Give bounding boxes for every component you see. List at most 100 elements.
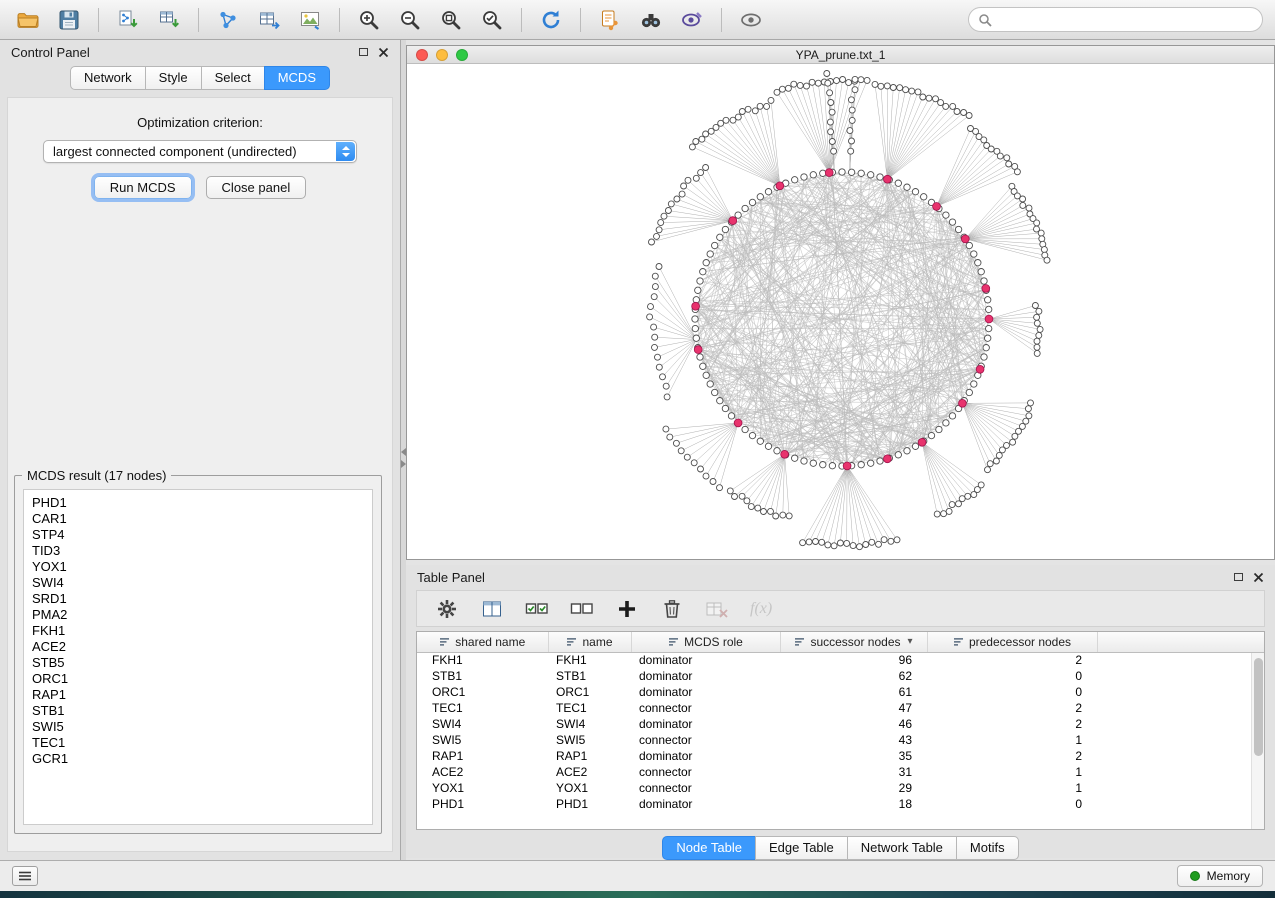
- table-scrollbar[interactable]: [1251, 653, 1264, 829]
- result-node[interactable]: PHD1: [32, 495, 372, 511]
- fx-label: f(x): [750, 600, 772, 618]
- tab-network[interactable]: Network: [70, 66, 146, 90]
- result-node[interactable]: CAR1: [32, 511, 372, 527]
- add-column-icon[interactable]: [615, 597, 639, 621]
- export-image-icon[interactable]: [294, 4, 326, 36]
- run-mcds-button[interactable]: Run MCDS: [94, 176, 192, 199]
- close-panel-button[interactable]: Close panel: [206, 176, 307, 199]
- tab-style[interactable]: Style: [145, 66, 202, 90]
- zoom-fit-icon[interactable]: [435, 4, 467, 36]
- zoom-in-icon[interactable]: [353, 4, 385, 36]
- control-panel-titlebar: Control Panel: [0, 40, 400, 64]
- table-row[interactable]: YOX1YOX1connector291: [417, 780, 1264, 796]
- deselect-all-icon[interactable]: [570, 597, 594, 621]
- desktop-wallpaper: [0, 891, 1275, 898]
- sort-icon: [953, 636, 964, 647]
- search-box[interactable]: [968, 7, 1263, 32]
- table-panel-title: Table Panel: [417, 570, 485, 585]
- result-node[interactable]: YOX1: [32, 559, 372, 575]
- import-table-file-icon[interactable]: [153, 4, 185, 36]
- table-tab-node-table[interactable]: Node Table: [662, 836, 756, 860]
- clear-table-icon: [705, 597, 729, 621]
- zoom-selected-icon[interactable]: [476, 4, 508, 36]
- toolbar-separator: [580, 8, 581, 32]
- control-panel-tabs: NetworkStyleSelectMCDS: [0, 66, 400, 90]
- result-node[interactable]: FKH1: [32, 623, 372, 639]
- sort-icon: [794, 636, 805, 647]
- main-toolbar: [0, 0, 1275, 40]
- table-row[interactable]: TEC1TEC1connector472: [417, 700, 1264, 716]
- column-header-name[interactable]: name: [548, 632, 631, 652]
- table-row[interactable]: ORC1ORC1dominator610: [417, 684, 1264, 700]
- table-tab-edge-table[interactable]: Edge Table: [755, 836, 848, 860]
- menu-icon[interactable]: [12, 866, 38, 886]
- result-node[interactable]: ORC1: [32, 671, 372, 687]
- table-row[interactable]: SWI4SWI4dominator462: [417, 716, 1264, 732]
- export-network-icon[interactable]: [212, 4, 244, 36]
- copy-network-icon[interactable]: [594, 4, 626, 36]
- toolbar-separator: [721, 8, 722, 32]
- toolbar-separator: [339, 8, 340, 32]
- show-hide-eye-icon[interactable]: [735, 4, 767, 36]
- open-folder-icon[interactable]: [12, 4, 44, 36]
- select-all-icon[interactable]: [525, 597, 549, 621]
- delete-column-icon[interactable]: [660, 597, 684, 621]
- tab-select[interactable]: Select: [201, 66, 265, 90]
- result-node[interactable]: TEC1: [32, 735, 372, 751]
- result-node[interactable]: STB5: [32, 655, 372, 671]
- column-header-predecessor-nodes[interactable]: predecessor nodes: [927, 632, 1097, 652]
- column-header-filler: [1097, 632, 1264, 652]
- float-panel-icon[interactable]: [359, 48, 368, 56]
- table-row[interactable]: STB1STB1dominator620: [417, 668, 1264, 684]
- float-panel-icon[interactable]: [1234, 573, 1243, 581]
- close-panel-icon[interactable]: [1253, 572, 1264, 583]
- table-row[interactable]: ACE2ACE2connector311: [417, 764, 1264, 780]
- table-row[interactable]: RAP1RAP1dominator352: [417, 748, 1264, 764]
- table-row[interactable]: SWI5SWI5connector431: [417, 732, 1264, 748]
- export-table-icon[interactable]: [253, 4, 285, 36]
- status-bar: Memory: [0, 860, 1275, 891]
- gear-icon[interactable]: [435, 597, 459, 621]
- column-header-MCDS-role[interactable]: MCDS role: [631, 632, 780, 652]
- result-node[interactable]: SRD1: [32, 591, 372, 607]
- network-canvas[interactable]: [407, 64, 1274, 559]
- table-header-row: shared namenameMCDS rolesuccessor nodes▾…: [417, 632, 1264, 652]
- chevron-down-icon[interactable]: ▾: [908, 636, 913, 647]
- result-node[interactable]: GCR1: [32, 751, 372, 767]
- tab-mcds[interactable]: MCDS: [264, 66, 330, 90]
- toggle-graphics-details-icon[interactable]: [676, 4, 708, 36]
- search-network-icon[interactable]: [635, 4, 667, 36]
- result-node[interactable]: SWI5: [32, 719, 372, 735]
- table-tab-motifs[interactable]: Motifs: [956, 836, 1019, 860]
- result-node[interactable]: RAP1: [32, 687, 372, 703]
- network-window-titlebar[interactable]: YPA_prune.txt_1: [407, 46, 1274, 64]
- save-icon[interactable]: [53, 4, 85, 36]
- close-panel-icon[interactable]: [378, 47, 389, 58]
- result-node[interactable]: TID3: [32, 543, 372, 559]
- table-row[interactable]: PHD1PHD1dominator180: [417, 796, 1264, 812]
- table-panel: Table Panel: [406, 565, 1275, 858]
- memory-button[interactable]: Memory: [1177, 865, 1263, 887]
- search-input[interactable]: [998, 13, 1253, 27]
- criterion-dropdown[interactable]: largest connected component (undirected): [43, 140, 357, 163]
- sort-icon: [439, 636, 450, 647]
- result-node[interactable]: SWI4: [32, 575, 372, 591]
- column-header-successor-nodes[interactable]: successor nodes▾: [780, 632, 927, 652]
- result-node[interactable]: STB1: [32, 703, 372, 719]
- table-tab-network-table[interactable]: Network Table: [847, 836, 957, 860]
- table-row[interactable]: FKH1FKH1dominator962: [417, 652, 1264, 668]
- refresh-icon[interactable]: [535, 4, 567, 36]
- import-network-file-icon[interactable]: [112, 4, 144, 36]
- column-header-shared-name[interactable]: shared name: [417, 632, 548, 652]
- scrollbar-thumb[interactable]: [1254, 658, 1263, 756]
- network-graph[interactable]: [407, 64, 1274, 559]
- optimization-criterion-label: Optimization criterion:: [8, 115, 392, 130]
- result-node[interactable]: STP4: [32, 527, 372, 543]
- mcds-result-list[interactable]: PHD1CAR1STP4TID3YOX1SWI4SRD1PMA2FKH1ACE2…: [23, 489, 373, 825]
- zoom-out-icon[interactable]: [394, 4, 426, 36]
- show-columns-icon[interactable]: [480, 597, 504, 621]
- result-node[interactable]: PMA2: [32, 607, 372, 623]
- function-builder-icon: f(x): [750, 597, 772, 621]
- result-node[interactable]: ACE2: [32, 639, 372, 655]
- search-icon: [978, 13, 992, 27]
